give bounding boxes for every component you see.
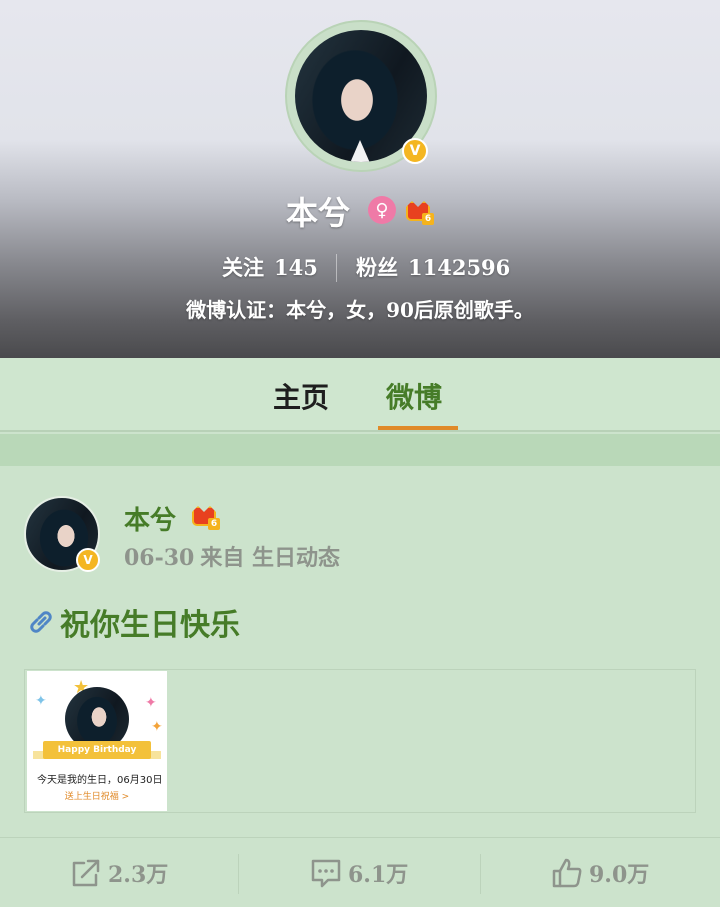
repost-button[interactable]: 2.3万 — [70, 838, 168, 907]
tab-weibo[interactable]: 微博 — [386, 376, 442, 416]
post-action-bar: 2.3万 6.1万 9.0万 — [0, 837, 720, 907]
member-crown-icon[interactable]: 6 — [192, 504, 220, 530]
follow-stat[interactable]: 关注 145 — [222, 252, 318, 282]
female-gender-icon: ♀ — [368, 196, 396, 224]
active-tab-indicator — [378, 426, 458, 430]
post-text-content: 祝你生日快乐 — [60, 608, 240, 643]
link-icon — [30, 611, 52, 633]
post-source: 来自 生日动态 — [200, 545, 341, 571]
birthday-card-container: ★ ✦ ✦ ✦ Happy Birthday 今天是我的生日，06月30日 送上… — [24, 669, 696, 813]
birthday-card[interactable]: ★ ✦ ✦ ✦ Happy Birthday 今天是我的生日，06月30日 送上… — [27, 671, 167, 811]
like-count: 9.0万 — [589, 862, 650, 888]
send-wishes-link[interactable]: 送上生日祝福 > — [27, 789, 167, 802]
verified-badge-icon: V — [76, 548, 100, 572]
happy-birthday-ribbon: Happy Birthday — [43, 741, 151, 759]
member-level: 6 — [208, 518, 220, 530]
member-level: 6 — [422, 213, 434, 225]
profile-header: V 本兮 ♀ 6 关注 145 粉丝 1142596 微博认证：本兮，女，90后原创… — [0, 0, 720, 358]
repost-count: 2.3万 — [108, 862, 169, 888]
confetti-icon: ✦ — [35, 693, 47, 709]
stat-divider — [336, 254, 337, 282]
comment-icon — [311, 859, 341, 888]
follow-count: 145 — [274, 255, 318, 280]
section-separator — [0, 434, 720, 466]
post-text[interactable]: 祝你生日快乐 — [26, 602, 240, 643]
like-button[interactable]: 9.0万 — [551, 838, 649, 907]
stats-row: 关注 145 粉丝 1142596 — [0, 252, 720, 282]
confetti-icon: ✦ — [145, 695, 157, 711]
comment-button[interactable]: 6.1万 — [310, 838, 408, 907]
follow-label: 关注 — [222, 255, 264, 280]
action-divider — [480, 854, 481, 894]
profile-name: 本兮 — [286, 194, 351, 232]
action-divider — [238, 854, 239, 894]
profile-tabbar: 主页 微博 — [0, 358, 720, 432]
tab-home[interactable]: 主页 — [273, 376, 329, 416]
post-author-avatar[interactable]: V — [24, 496, 100, 572]
repost-icon — [72, 859, 100, 887]
birthday-card-text: 今天是我的生日，06月30日 — [37, 775, 163, 786]
post-author-name[interactable]: 本兮 — [124, 500, 176, 537]
member-crown-icon[interactable]: 6 — [406, 199, 434, 225]
post-meta: 06-30 来自 生日动态 — [124, 540, 340, 572]
verified-badge-icon: V — [402, 138, 428, 164]
thumbs-up-icon — [552, 858, 582, 888]
post-date: 06-30 — [124, 545, 195, 571]
comment-count: 6.1万 — [348, 862, 409, 888]
name-row: 本兮 ♀ 6 — [0, 188, 720, 232]
confetti-icon: ✦ — [151, 719, 163, 735]
profile-avatar[interactable]: V — [285, 20, 437, 172]
fans-count: 1142596 — [408, 255, 511, 280]
verification-text: 微博认证：本兮，女，90后原创歌手。 — [186, 298, 534, 322]
fans-label: 粉丝 — [356, 255, 398, 280]
fans-stat[interactable]: 粉丝 1142596 — [356, 252, 510, 282]
